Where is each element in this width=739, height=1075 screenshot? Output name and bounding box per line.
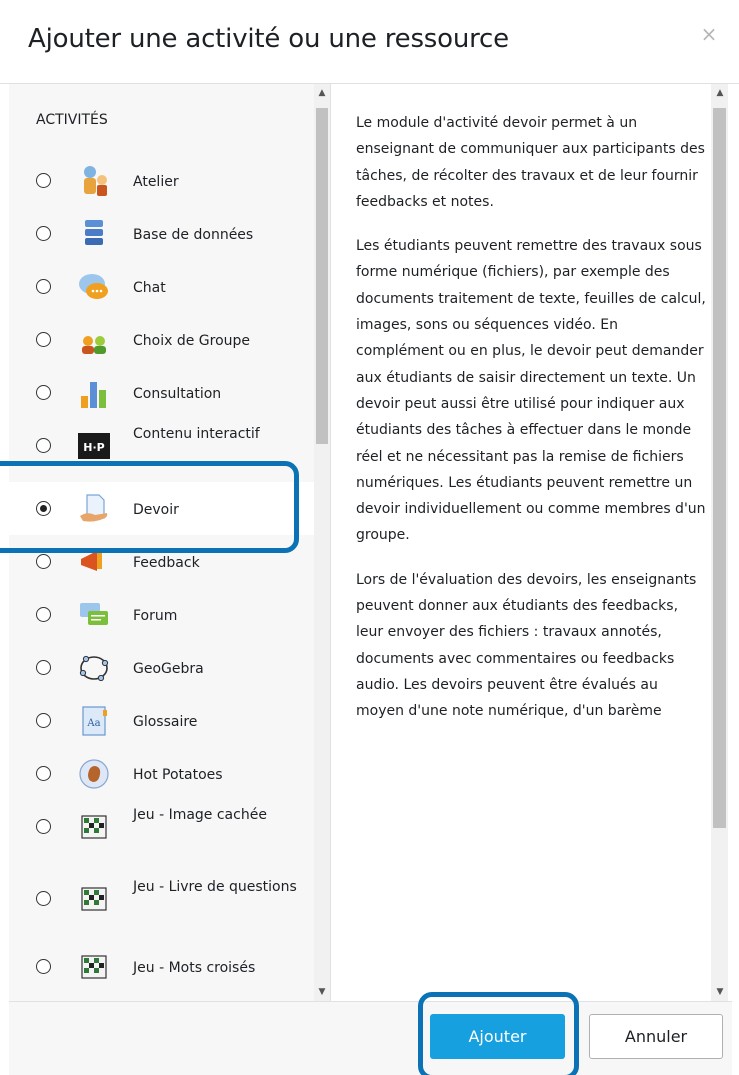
- radio-choix-de-groupe[interactable]: [36, 332, 51, 347]
- cancel-button[interactable]: Annuler: [589, 1014, 723, 1059]
- option-base-de-donnees[interactable]: Base de données: [9, 207, 314, 260]
- option-glossaire[interactable]: Aa Glossaire: [9, 694, 314, 747]
- activity-list-scrollbar[interactable]: ▲ ▼: [314, 84, 330, 1001]
- option-label: Consultation: [133, 386, 222, 402]
- game-icon: [81, 955, 107, 979]
- option-forum[interactable]: Forum: [9, 588, 314, 641]
- close-icon[interactable]: ×: [696, 24, 722, 48]
- scrollbar-thumb[interactable]: [713, 108, 726, 828]
- option-jeu-image-cachee[interactable]: Jeu - Image cachée: [9, 800, 314, 853]
- radio-geogebra[interactable]: [36, 660, 51, 675]
- option-label: Jeu - Livre de questions: [133, 879, 297, 895]
- option-label: Atelier: [133, 174, 179, 190]
- radio-atelier[interactable]: [36, 173, 51, 188]
- option-hot-potatoes[interactable]: Hot Potatoes: [9, 747, 314, 800]
- chat-icon: [79, 274, 108, 299]
- radio-jeu-mots-croises[interactable]: [36, 959, 51, 974]
- radio-hot-potatoes[interactable]: [36, 766, 51, 781]
- option-jeu-livre-de-questions[interactable]: Jeu - Livre de questions: [9, 872, 314, 925]
- radio-jeu-livre-de-questions[interactable]: [36, 891, 51, 906]
- description-paragraph: Les étudiants peuvent remettre des trava…: [356, 238, 706, 544]
- option-jeu-mots-croises[interactable]: Jeu - Mots croisés: [9, 940, 314, 993]
- group-choice-icon: [82, 336, 106, 354]
- scroll-down-arrow-icon[interactable]: ▼: [317, 987, 327, 997]
- svg-text:Aa: Aa: [86, 718, 100, 729]
- feedback-icon: [81, 551, 102, 571]
- workshop-icon: [84, 166, 107, 196]
- radio-feedback[interactable]: [36, 554, 51, 569]
- option-choix-de-groupe[interactable]: Choix de Groupe: [9, 313, 314, 366]
- option-label: Choix de Groupe: [133, 333, 251, 349]
- description-paragraph: Le module d'activité devoir permet à un …: [356, 115, 705, 210]
- radio-chat[interactable]: [36, 279, 51, 294]
- radio-forum[interactable]: [36, 607, 51, 622]
- dialog-footer: Ajouter Annuler: [9, 1001, 732, 1075]
- option-geogebra[interactable]: GeoGebra: [9, 641, 314, 694]
- scroll-up-arrow-icon[interactable]: ▲: [317, 88, 327, 98]
- hot-potatoes-icon: [79, 759, 109, 789]
- activity-description-panel: Le module d'activité devoir permet à un …: [331, 84, 732, 1001]
- assignment-icon: [80, 494, 108, 522]
- svg-text:H·P: H·P: [83, 441, 104, 454]
- option-label: Contenu interactif: [133, 426, 260, 442]
- section-heading-activities: ACTIVITÉS: [36, 112, 108, 128]
- glossary-icon: Aa: [82, 706, 107, 736]
- game-icon: [81, 815, 107, 839]
- forum-icon: [80, 603, 108, 625]
- survey-icon: [81, 382, 106, 408]
- activity-list-panel: ACTIVITÉS Atelier Base de données Chat C…: [9, 84, 331, 1001]
- option-label: Chat: [133, 280, 166, 296]
- radio-glossaire[interactable]: [36, 713, 51, 728]
- radio-contenu-interactif[interactable]: [36, 438, 51, 453]
- option-label: Hot Potatoes: [133, 767, 223, 783]
- option-label: Devoir: [133, 502, 179, 518]
- option-chat[interactable]: Chat: [9, 260, 314, 313]
- database-icon: [85, 220, 103, 245]
- option-label: Glossaire: [133, 714, 198, 730]
- option-consultation[interactable]: Consultation: [9, 366, 314, 419]
- activity-description: Le module d'activité devoir permet à un …: [356, 110, 706, 743]
- scroll-up-arrow-icon[interactable]: ▲: [715, 88, 725, 98]
- option-label: Forum: [133, 608, 178, 624]
- scroll-down-arrow-icon[interactable]: ▼: [715, 987, 725, 997]
- option-label: GeoGebra: [133, 661, 204, 677]
- option-contenu-interactif[interactable]: H·P Contenu interactif: [9, 419, 314, 472]
- option-atelier[interactable]: Atelier: [9, 154, 314, 207]
- option-feedback[interactable]: Feedback: [9, 535, 314, 588]
- h5p-icon: H·P: [78, 433, 110, 459]
- description-scrollbar[interactable]: ▲ ▼: [711, 84, 728, 1001]
- radio-devoir[interactable]: [36, 501, 51, 516]
- description-paragraph: Lors de l'évaluation des devoirs, les en…: [356, 571, 697, 720]
- option-label: Feedback: [133, 555, 200, 571]
- dialog-title: Ajouter une activité ou une ressource: [28, 24, 509, 54]
- radio-consultation[interactable]: [36, 385, 51, 400]
- geogebra-icon: [79, 655, 109, 682]
- option-label: Jeu - Image cachée: [133, 807, 267, 823]
- dialog-header: Ajouter une activité ou une ressource ×: [0, 0, 739, 84]
- option-label: Jeu - Mots croisés: [133, 960, 256, 976]
- radio-base-de-donnees[interactable]: [36, 226, 51, 241]
- add-button[interactable]: Ajouter: [430, 1014, 565, 1059]
- game-icon: [81, 887, 107, 911]
- option-label: Base de données: [133, 227, 254, 243]
- scrollbar-thumb[interactable]: [316, 108, 328, 444]
- option-devoir[interactable]: Devoir: [9, 482, 314, 535]
- radio-jeu-image-cachee[interactable]: [36, 819, 51, 834]
